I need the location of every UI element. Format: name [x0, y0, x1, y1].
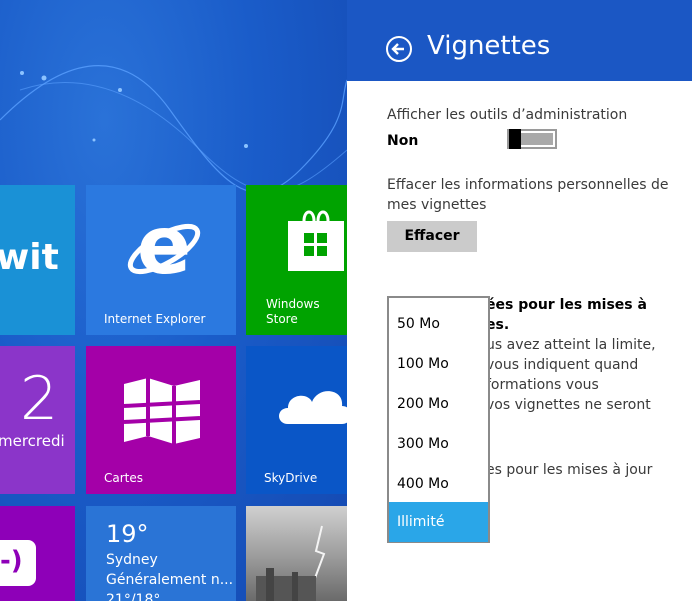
store-tile[interactable]: Windows Store	[246, 185, 347, 335]
store-label: Windows Store	[266, 297, 320, 326]
admin-tools-label: Afficher les outils d’administration	[387, 107, 628, 123]
clear-info-label-line1: Effacer les informations personnelles de	[387, 177, 669, 193]
internet-explorer-label: Internet Explorer	[104, 312, 206, 326]
obscured-text-5: formations vous	[486, 377, 599, 393]
skydrive-tile[interactable]: SkyDrive	[246, 346, 347, 494]
admin-tools-value: Non	[387, 133, 419, 149]
twitter-tile[interactable]: wit	[0, 185, 75, 335]
lightning-photo	[256, 525, 326, 601]
weather-temperature: 19°	[106, 520, 149, 548]
messaging-tile[interactable]: -)	[0, 506, 75, 601]
maps-icon	[123, 378, 201, 444]
option-200mo[interactable]: 200 Mo	[389, 384, 488, 424]
store-icon	[288, 210, 344, 271]
cache-size-dropdown[interactable]: 50 Mo 100 Mo 200 Mo 300 Mo 400 Mo Illimi…	[387, 296, 490, 543]
back-button[interactable]	[386, 36, 412, 62]
panel-header: Vignettes	[347, 0, 692, 81]
obscured-text-4: vous indiquent quand	[486, 357, 639, 373]
start-screen: wit e Internet Explorer Windows Store 2 …	[0, 0, 347, 601]
internet-explorer-tile[interactable]: e Internet Explorer	[86, 185, 236, 335]
maps-label: Cartes	[104, 471, 144, 485]
obscured-text-3: us avez atteint la limite,	[486, 337, 656, 353]
obscured-text-1: ées pour les mises à	[486, 297, 647, 313]
toggle-thumb[interactable]	[509, 129, 521, 149]
weather-tile[interactable]: 19° Sydney Généralement n... 21°/18°	[86, 506, 236, 601]
clear-button[interactable]: Effacer	[387, 221, 477, 252]
obscured-text-6: vos vignettes ne seront	[486, 397, 651, 413]
cloud-icon	[279, 391, 347, 424]
option-300mo[interactable]: 300 Mo	[389, 424, 488, 464]
weather-city: Sydney	[106, 552, 158, 568]
panel-title: Vignettes	[427, 31, 551, 61]
option-unlimited[interactable]: Illimité	[389, 502, 488, 542]
calendar-day: 2	[20, 364, 59, 434]
option-400mo[interactable]: 400 Mo	[389, 464, 488, 504]
calendar-tile[interactable]: 2 mercredi	[0, 346, 75, 494]
maps-tile[interactable]: Cartes	[86, 346, 236, 494]
back-arrow-icon	[391, 43, 404, 55]
calendar-weekday: mercredi	[0, 432, 65, 450]
clear-info-label-line2: mes vignettes	[387, 197, 487, 213]
weather-condition: Généralement n...	[106, 572, 234, 588]
option-50mo[interactable]: 50 Mo	[389, 304, 488, 344]
internet-explorer-icon: e	[127, 207, 201, 287]
skydrive-label: SkyDrive	[264, 471, 318, 485]
emoticon-icon: -)	[0, 546, 23, 576]
weather-range: 21°/18°	[106, 592, 161, 601]
option-100mo[interactable]: 100 Mo	[389, 344, 488, 384]
photo-tile[interactable]	[246, 506, 347, 601]
admin-tools-toggle[interactable]	[507, 129, 557, 149]
obscured-text-8: es pour les mises à jour	[486, 462, 653, 478]
twitter-label: wit	[0, 237, 59, 278]
